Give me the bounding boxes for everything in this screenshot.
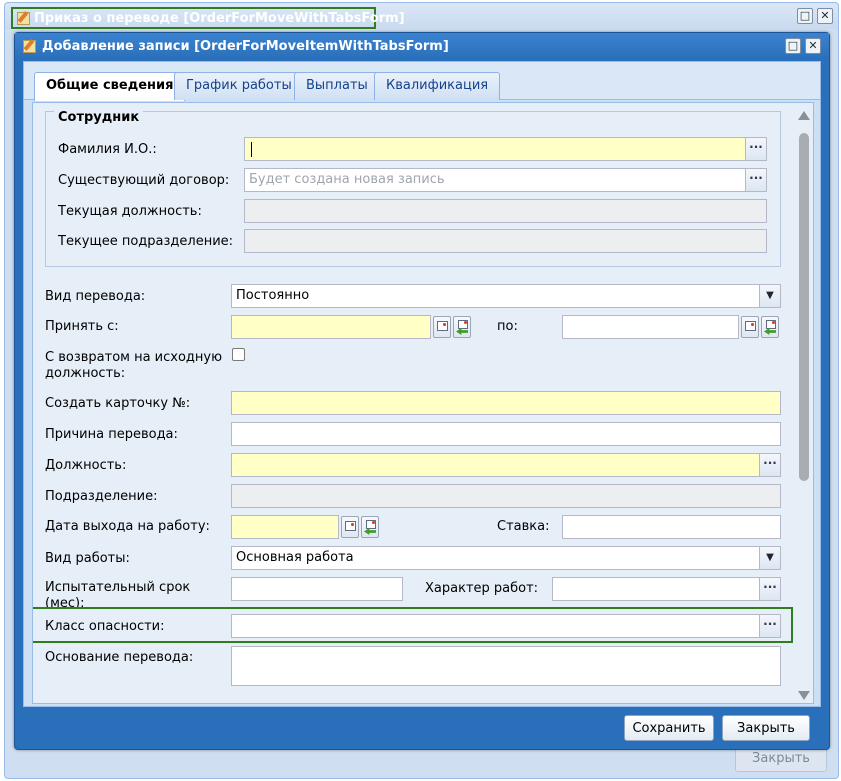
scroll-thumb[interactable] <box>799 133 809 481</box>
ellipsis-icon: ··· <box>749 171 763 185</box>
ellipsis-icon: ··· <box>763 456 777 470</box>
calendar-icon <box>766 320 776 329</box>
rate-label: Ставка: <box>497 519 550 534</box>
calendar-icon <box>437 321 448 331</box>
edit-document-icon <box>23 39 36 53</box>
tab-payments[interactable]: Выплаты <box>294 72 380 100</box>
work-nature-label: Характер работ: <box>425 581 539 596</box>
work-type-dropdown-button[interactable]: ▼ <box>759 547 780 569</box>
contract-label: Существующий договор: <box>58 173 230 188</box>
to-date-input[interactable] <box>562 315 739 339</box>
maximize-icon: □ <box>787 39 799 52</box>
scroll-down-arrow-icon[interactable] <box>798 691 810 700</box>
start-date-calendar-button[interactable] <box>341 516 359 538</box>
outer-window-title: Приказ о переводе [OrderForMoveWithTabsF… <box>34 10 405 26</box>
work-type-select[interactable]: Основная работа ▼ <box>231 546 781 570</box>
accept-from-label: Принять с: <box>45 319 119 334</box>
arrow-left-icon <box>364 528 376 535</box>
calendar-icon <box>345 521 356 531</box>
card-number-input[interactable] <box>231 391 781 415</box>
start-date-clear-button[interactable] <box>361 516 379 538</box>
tab-qualification[interactable]: Квалификация <box>374 72 501 100</box>
accept-from-calendar-button[interactable] <box>433 316 451 338</box>
position-picker-button[interactable]: ··· <box>759 454 780 476</box>
tab-general[interactable]: Общие сведения <box>34 72 186 101</box>
rate-input[interactable] <box>562 515 781 539</box>
fio-picker-button[interactable]: ··· <box>745 138 766 160</box>
contract-picker-button[interactable]: ··· <box>745 169 766 191</box>
position-label: Должность: <box>45 458 127 473</box>
current-department-field <box>244 229 767 253</box>
return-label: С возвратом на исходную должность: <box>45 350 223 381</box>
transfer-type-label: Вид перевода: <box>45 289 146 304</box>
to-clear-button[interactable] <box>761 316 779 338</box>
tab-content-general: Сотрудник Фамилия И.О.: ··· Существующий… <box>32 102 814 704</box>
calendar-icon <box>745 321 756 331</box>
text-caret <box>251 142 252 157</box>
employee-fieldset: Сотрудник Фамилия И.О.: ··· Существующий… <box>45 110 781 267</box>
hazard-class-input[interactable]: ··· <box>231 614 781 638</box>
dialog-header: Добавление записи [OrderForMoveItemWithT… <box>15 33 829 59</box>
fio-label: Фамилия И.О.: <box>58 142 157 157</box>
reason-label: Причина перевода: <box>45 427 178 442</box>
department-label: Подразделение: <box>45 489 158 504</box>
current-position-field <box>244 199 767 223</box>
ellipsis-icon: ··· <box>763 580 777 594</box>
accept-from-date-input[interactable] <box>231 315 431 339</box>
hazard-class-picker-button[interactable]: ··· <box>759 615 780 637</box>
start-date-label: Дата выхода на работу: <box>45 519 210 534</box>
calendar-icon <box>458 320 468 329</box>
work-nature-input[interactable]: ··· <box>552 577 781 601</box>
employee-legend: Сотрудник <box>54 110 144 125</box>
dialog-title: Добавление записи [OrderForMoveItemWithT… <box>42 38 449 54</box>
transfer-type-select[interactable]: Постоянно ▼ <box>231 284 781 308</box>
card-label: Создать карточку №: <box>45 396 191 411</box>
save-button[interactable]: Сохранить <box>624 715 714 741</box>
arrow-left-icon <box>764 328 776 335</box>
chevron-down-icon: ▼ <box>766 552 774 563</box>
to-calendar-button[interactable] <box>741 316 759 338</box>
arrow-left-icon <box>456 328 468 335</box>
chevron-down-icon: ▼ <box>766 290 774 301</box>
close-button[interactable]: Закрыть <box>722 715 810 741</box>
outer-window-title-highlight: Приказ о переводе [OrderForMoveWithTabsF… <box>11 7 405 29</box>
outer-close-button[interactable]: ✕ <box>817 8 833 24</box>
outer-maximize-button[interactable]: □ <box>797 8 813 24</box>
scroll-up-arrow-icon[interactable] <box>798 111 810 120</box>
current-department-label: Текущее подразделение: <box>58 234 234 249</box>
basis-label: Основание перевода: <box>45 650 194 665</box>
to-label: по: <box>497 319 518 334</box>
contract-input[interactable]: Будет создана новая запись ··· <box>244 168 767 192</box>
position-input[interactable]: ··· <box>231 453 781 477</box>
dialog-maximize-button[interactable]: □ <box>785 38 801 54</box>
ellipsis-icon: ··· <box>763 617 777 631</box>
maximize-icon: □ <box>799 9 811 22</box>
hazard-class-label: Класс опасности: <box>45 619 165 634</box>
dialog-body: Общие сведения График работы Выплаты Ква… <box>23 61 821 707</box>
reason-input[interactable] <box>231 422 781 446</box>
close-icon: ✕ <box>820 9 830 22</box>
start-date-input[interactable] <box>231 515 339 539</box>
tab-strip: Общие сведения График работы Выплаты Ква… <box>24 62 820 101</box>
return-checkbox[interactable] <box>232 348 245 361</box>
add-record-dialog: Добавление записи [OrderForMoveItemWithT… <box>14 32 830 750</box>
transfer-type-dropdown-button[interactable]: ▼ <box>759 285 780 307</box>
dialog-close-button[interactable]: ✕ <box>805 38 821 54</box>
basis-textarea[interactable] <box>231 646 781 686</box>
calendar-icon <box>366 520 376 529</box>
work-type-label: Вид работы: <box>45 551 130 566</box>
department-field <box>231 484 781 508</box>
outer-window-header: Приказ о переводе [OrderForMoveWithTabsF… <box>5 3 838 29</box>
content-scrollbar[interactable] <box>795 103 813 703</box>
ellipsis-icon: ··· <box>749 140 763 154</box>
close-icon: ✕ <box>808 39 818 52</box>
current-position-label: Текущая должность: <box>58 204 202 219</box>
probation-input[interactable] <box>231 577 403 601</box>
edit-document-icon <box>17 11 30 25</box>
accept-from-clear-button[interactable] <box>453 316 471 338</box>
fio-input[interactable]: ··· <box>244 137 767 161</box>
work-nature-picker-button[interactable]: ··· <box>759 578 780 600</box>
tab-schedule[interactable]: График работы <box>174 72 304 100</box>
